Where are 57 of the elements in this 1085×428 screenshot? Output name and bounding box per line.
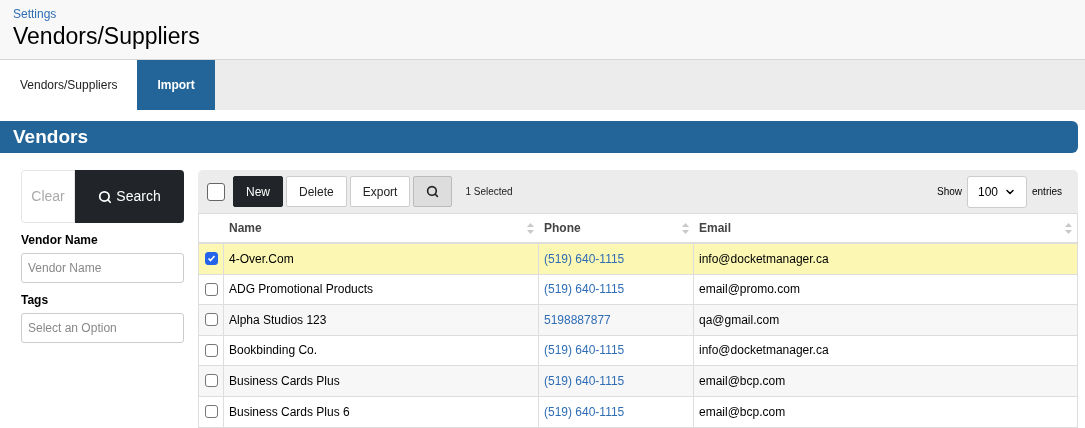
show-label: Show — [936, 185, 962, 199]
table-cell-text: Business Cards Plus — [229, 372, 340, 390]
table-row[interactable]: Alpha Studios 123 5198887877 qa@gmail.com — [199, 305, 1077, 336]
tab[interactable]: Vendors/Suppliers — [0, 60, 138, 110]
search-icon — [426, 185, 440, 198]
column-header[interactable]: Name — [229, 219, 262, 237]
row-checkbox[interactable] — [204, 405, 218, 419]
select-all-checkbox[interactable] — [207, 182, 225, 201]
table-cell-text: Bookbinding Co. — [229, 342, 318, 360]
row-checkbox[interactable] — [204, 343, 218, 357]
table-cell-text: email@bcp.com — [699, 403, 786, 421]
search-button[interactable]: Search — [75, 170, 184, 223]
table-row[interactable]: Business Cards Plus (519) 640-1115 email@bcp.com — [199, 366, 1077, 397]
phone-link[interactable]: (519) 640-1115 — [544, 341, 625, 360]
field-label: Tags — [21, 292, 50, 309]
search-toggle-button[interactable] — [413, 176, 453, 207]
table-cell-text: info@docketmanager.ca — [699, 342, 829, 360]
table-row[interactable]: 4-Over.Com (519) 640-1115 info@docketmanager.ca — [199, 244, 1077, 275]
row-checkbox[interactable] — [204, 252, 218, 266]
phone-link[interactable]: 5198887877 — [544, 310, 611, 329]
sort-icon — [527, 222, 534, 234]
tab[interactable]: Import — [137, 60, 215, 110]
row-checkbox[interactable] — [204, 313, 218, 327]
field-label: Vendor Name — [21, 232, 99, 249]
phone-link[interactable]: (519) 640-1115 — [544, 371, 625, 390]
breadcrumb-link[interactable]: Settings — [13, 6, 1085, 22]
row-checkbox[interactable] — [204, 282, 218, 296]
sort-icon — [682, 222, 689, 234]
table-cell-text: Alpha Studios 123 — [229, 311, 327, 329]
table-cell-text: ADG Promotional Products — [229, 281, 374, 299]
table-cell-text: email@bcp.com — [699, 372, 786, 390]
toolbar-button[interactable]: New — [233, 176, 283, 207]
table-cell-text: Business Cards Plus 6 — [229, 403, 350, 421]
entries-label: entries — [1032, 185, 1062, 199]
column-header[interactable]: Email — [699, 219, 731, 237]
selected-count: 1 Selected — [465, 185, 513, 199]
table-cell-text: qa@gmail.com — [699, 311, 780, 329]
filter-field[interactable]: Vendor Name — [21, 253, 184, 283]
phone-link[interactable]: (519) 640-1115 — [544, 249, 625, 268]
row-checkbox[interactable] — [204, 374, 218, 388]
table-cell-text: 4-Over.Com — [229, 250, 294, 268]
checkmark-icon — [206, 254, 216, 264]
page-size-select[interactable]: 100 — [967, 175, 1027, 208]
phone-link[interactable]: (519) 640-1115 — [544, 402, 625, 421]
table-cell-text: email@promo.com — [699, 281, 800, 299]
table-row[interactable]: Bookbinding Co. (519) 640-1115 info@docketmanager.ca — [199, 335, 1077, 366]
search-icon — [98, 189, 113, 204]
toolbar-button[interactable]: Export — [349, 176, 411, 207]
sort-icon — [1065, 222, 1072, 234]
toolbar-button[interactable]: Delete — [286, 176, 347, 207]
phone-link[interactable]: (519) 640-1115 — [544, 280, 625, 299]
table-row[interactable]: ADG Promotional Products (519) 640-1115 email@promo.com — [199, 274, 1077, 305]
filter-field[interactable]: Select an Option — [21, 313, 184, 343]
page-title: Vendors/Suppliers — [13, 22, 201, 50]
section-header: Vendors — [0, 121, 1078, 153]
column-header[interactable]: Phone — [544, 219, 581, 237]
table-cell-text: info@docketmanager.ca — [699, 250, 829, 268]
